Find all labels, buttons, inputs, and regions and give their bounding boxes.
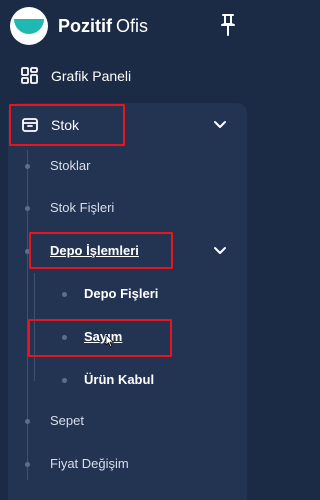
bullet-dot <box>25 462 30 467</box>
bullet-dot <box>62 335 67 340</box>
submenu-item-stock-slips-label: Stok Fişleri <box>50 200 115 215</box>
box-icon <box>22 118 38 132</box>
submenu-item-stocks-label: Stoklar <box>50 158 91 173</box>
submenu-item-basket[interactable]: Sepet <box>0 404 247 438</box>
submenu-item-stocks[interactable]: Stoklar <box>0 149 247 183</box>
submenu-item-warehouse-slips[interactable]: Depo Fişleri <box>0 277 247 311</box>
pin-icon[interactable] <box>218 12 238 38</box>
submenu-item-warehouse-operations[interactable]: Depo İşlemleri <box>0 234 247 268</box>
sidebar-item-stock[interactable]: Stok <box>0 105 247 145</box>
submenu-item-inventory-count[interactable]: Sayım <box>0 320 247 354</box>
sidebar-header: Pozitif Ofis <box>0 0 247 54</box>
brand-name-strong: Pozitif <box>58 16 112 36</box>
submenu-item-warehouse-slips-label: Depo Fişleri <box>84 286 159 301</box>
chevron-down-icon[interactable] <box>212 243 228 259</box>
sidebar: PozitifOfis Grafik Paneli Stok Stoklar <box>0 0 247 500</box>
submenu-item-warehouse-operations-label: Depo İşlemleri <box>50 243 139 258</box>
bullet-dot <box>25 419 30 424</box>
bullet-dot <box>62 292 67 297</box>
submenu-item-price-change-label: Fiyat Değişim <box>50 456 129 471</box>
dashboard-grid-icon <box>21 67 38 84</box>
sidebar-item-stock-label: Stok <box>51 117 80 133</box>
submenu-item-inventory-count-label: Sayım <box>84 329 123 344</box>
submenu-item-goods-receipt-label: Ürün Kabul <box>84 372 155 387</box>
submenu-item-price-change[interactable]: Fiyat Değişim <box>0 447 247 481</box>
logo-smile-shape <box>14 19 44 34</box>
brand-logo[interactable] <box>10 7 48 45</box>
sidebar-item-dashboard-label: Grafik Paneli <box>51 68 132 84</box>
submenu-item-basket-label: Sepet <box>50 413 84 428</box>
submenu-item-goods-receipt[interactable]: Ürün Kabul <box>0 363 247 397</box>
bullet-dot <box>25 206 30 211</box>
brand-name-light: Ofis <box>116 16 149 36</box>
mouse-cursor-icon <box>105 334 114 348</box>
bullet-dot <box>25 164 30 169</box>
chevron-down-icon[interactable] <box>212 117 228 133</box>
sidebar-item-dashboard[interactable]: Grafik Paneli <box>0 56 247 96</box>
bullet-dot <box>62 378 67 383</box>
bullet-dot <box>25 249 30 254</box>
brand-name: Pozitif Ofis <box>58 16 148 36</box>
submenu-item-stock-slips[interactable]: Stok Fişleri <box>0 191 247 225</box>
